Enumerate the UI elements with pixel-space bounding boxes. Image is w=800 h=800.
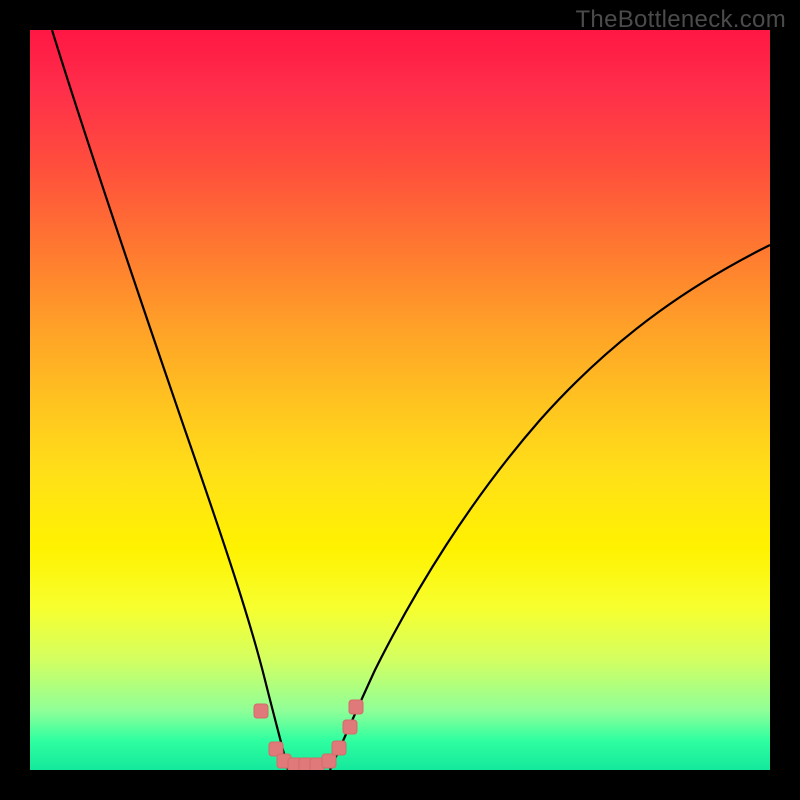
curve-left-branch xyxy=(52,30,288,770)
highlight-dot xyxy=(254,704,268,718)
highlight-dot xyxy=(343,720,357,734)
watermark-text: TheBottleneck.com xyxy=(575,6,786,34)
highlight-dot xyxy=(322,754,336,768)
bottleneck-curve xyxy=(30,30,770,770)
highlight-dot xyxy=(349,700,363,714)
highlight-dot xyxy=(332,741,346,755)
chart-plot-area xyxy=(30,30,770,770)
curve-right-branch xyxy=(330,245,770,770)
